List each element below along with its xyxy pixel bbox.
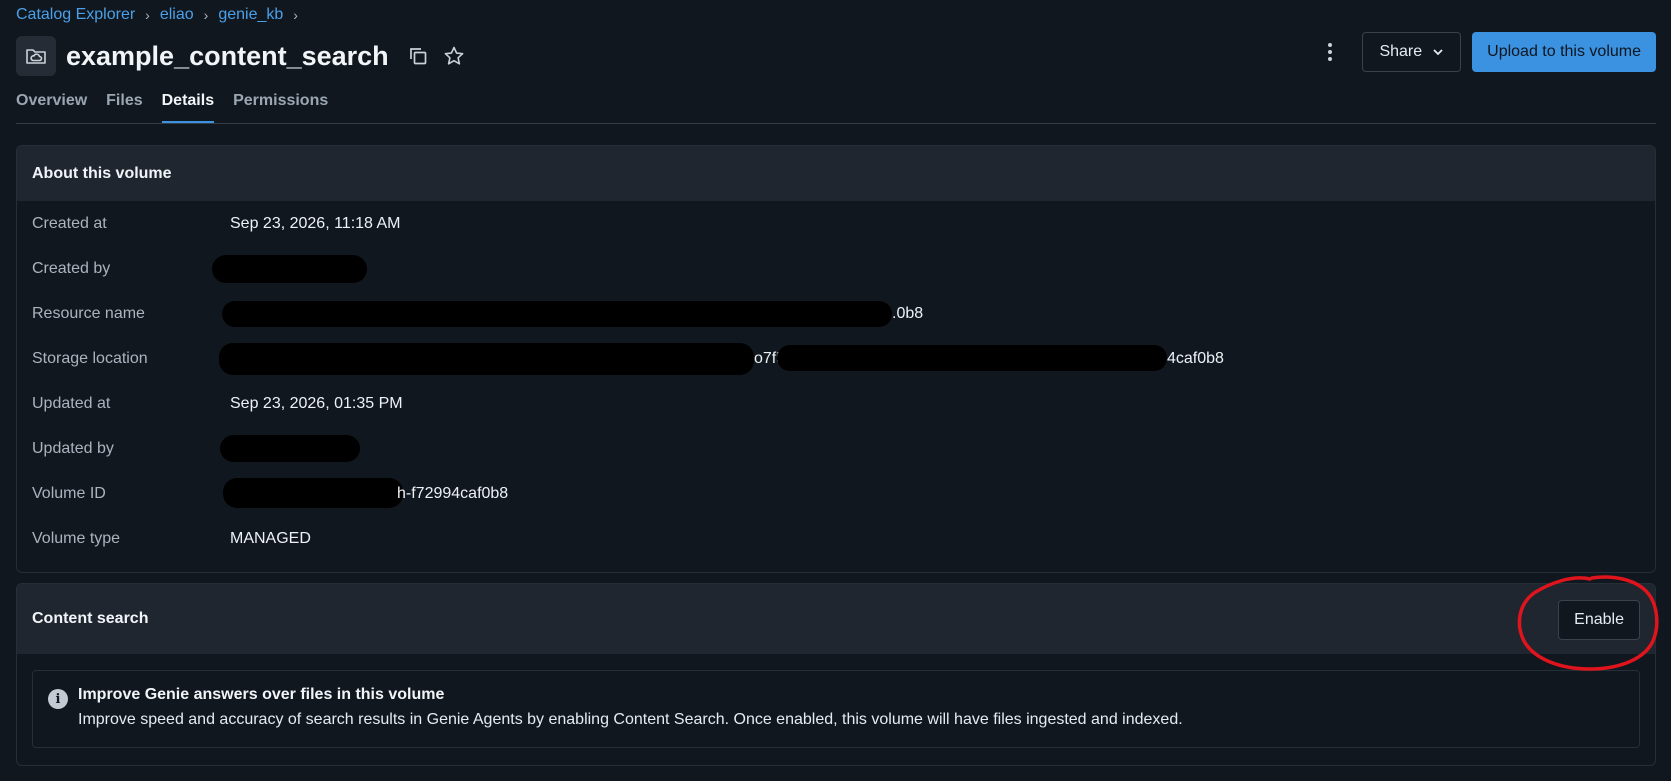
detail-label: Created at bbox=[32, 214, 107, 232]
detail-label: Storage location bbox=[32, 349, 148, 367]
detail-value: .0b8 bbox=[892, 304, 924, 322]
folder-cloud-icon bbox=[16, 36, 56, 76]
content-search-card: Content search Enable i Improve Genie an… bbox=[16, 583, 1656, 766]
detail-row-created-at: Created at Sep 23, 2026, 11:18 AM bbox=[17, 201, 1655, 246]
star-icon[interactable] bbox=[443, 45, 465, 67]
redaction-mark bbox=[219, 343, 754, 375]
redaction-mark bbox=[223, 478, 403, 508]
chevron-down-icon bbox=[1432, 43, 1444, 61]
detail-label: Updated at bbox=[32, 394, 111, 412]
redaction-mark bbox=[222, 301, 892, 327]
detail-list: Created at Sep 23, 2026, 11:18 AM Create… bbox=[17, 201, 1655, 561]
breadcrumb-catalog[interactable]: eliao bbox=[160, 6, 194, 24]
share-button[interactable]: Share bbox=[1362, 32, 1462, 72]
info-banner: i Improve Genie answers over files in th… bbox=[32, 670, 1640, 748]
content-search-title: Content search bbox=[32, 610, 149, 627]
redaction-mark bbox=[777, 345, 1167, 371]
detail-value: Sep 23, 2026, 11:18 AM bbox=[230, 214, 401, 232]
breadcrumb-schema[interactable]: genie_kb bbox=[218, 6, 283, 24]
copy-icon[interactable] bbox=[407, 45, 429, 67]
tab-details[interactable]: Details bbox=[161, 86, 215, 124]
info-banner-title: Improve Genie answers over files in this… bbox=[78, 686, 445, 703]
detail-value: h-f72994caf0b8 bbox=[397, 484, 509, 502]
detail-row-updated-at: Updated at Sep 23, 2026, 01:35 PM bbox=[17, 381, 1655, 426]
detail-value: 4caf0b8 bbox=[1167, 349, 1224, 367]
breadcrumb-separator: › bbox=[203, 7, 209, 23]
detail-row-created-by: Created by bbox=[17, 246, 1655, 291]
detail-row-updated-by: Updated by bbox=[17, 426, 1655, 471]
enable-content-search-button[interactable]: Enable bbox=[1558, 600, 1640, 640]
tab-overview[interactable]: Overview bbox=[16, 86, 87, 124]
redaction-mark bbox=[220, 435, 360, 462]
about-volume-card: About this volume Created at Sep 23, 202… bbox=[16, 145, 1656, 573]
breadcrumb-separator: › bbox=[293, 7, 298, 23]
breadcrumb: Catalog Explorer › eliao › genie_kb › bbox=[16, 4, 308, 26]
page-title: example_content_search bbox=[66, 40, 389, 71]
detail-row-resource-name: Resource name .0b8 bbox=[17, 291, 1655, 336]
redaction-mark bbox=[212, 255, 367, 283]
breadcrumb-separator: › bbox=[145, 7, 150, 23]
volume-details-page: Catalog Explorer › eliao › genie_kb › ex… bbox=[0, 0, 1671, 781]
tab-bar: Overview Files Details Permissions bbox=[16, 86, 347, 124]
tab-permissions[interactable]: Permissions bbox=[233, 86, 328, 124]
header-actions: Share Upload to this volume bbox=[1318, 32, 1656, 72]
detail-label: Resource name bbox=[32, 304, 145, 322]
info-banner-body: Improve speed and accuracy of search res… bbox=[78, 711, 1183, 728]
content-search-header: Content search Enable bbox=[17, 584, 1655, 654]
about-volume-title: About this volume bbox=[17, 146, 1655, 201]
title-row: example_content_search bbox=[16, 36, 465, 76]
detail-label: Updated by bbox=[32, 439, 114, 457]
tab-files[interactable]: Files bbox=[106, 86, 142, 124]
detail-label: Created by bbox=[32, 259, 111, 277]
detail-label: Volume type bbox=[32, 529, 121, 547]
detail-row-storage-location: Storage location o7f5 4caf0b8 bbox=[17, 336, 1655, 381]
kebab-menu-icon[interactable] bbox=[1318, 32, 1342, 72]
detail-row-volume-id: Volume ID h-f72994caf0b8 bbox=[17, 471, 1655, 516]
detail-label: Volume ID bbox=[32, 484, 106, 502]
detail-row-volume-type: Volume type MANAGED bbox=[17, 516, 1655, 561]
breadcrumb-catalog-explorer[interactable]: Catalog Explorer bbox=[16, 6, 135, 24]
upload-to-volume-button[interactable]: Upload to this volume bbox=[1472, 32, 1656, 72]
detail-value: Sep 23, 2026, 01:35 PM bbox=[230, 394, 403, 412]
share-button-label: Share bbox=[1379, 43, 1423, 60]
info-icon: i bbox=[48, 689, 68, 709]
tab-divider bbox=[16, 123, 1656, 124]
detail-value: MANAGED bbox=[230, 529, 311, 547]
